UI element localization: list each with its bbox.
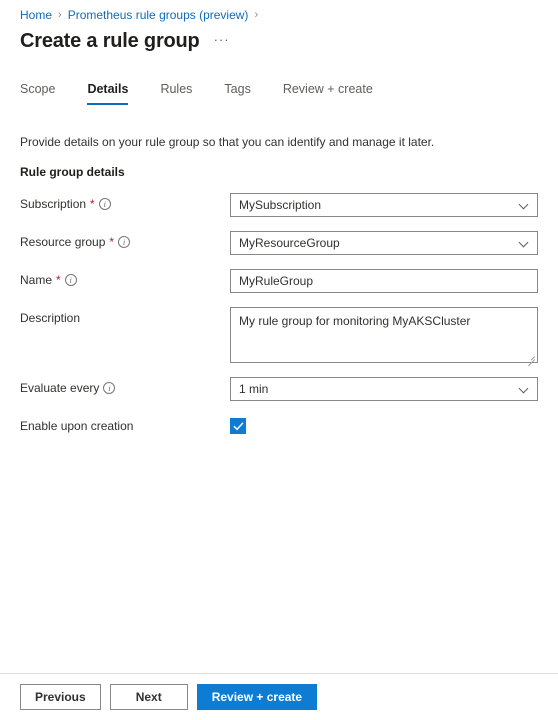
review-create-button[interactable]: Review + create: [196, 684, 318, 710]
info-icon[interactable]: i: [118, 236, 131, 248]
breadcrumb-separator-icon: ›: [58, 8, 62, 21]
tab-scope[interactable]: Scope: [20, 82, 55, 105]
label-subscription: Subscription * i: [20, 193, 230, 211]
info-icon[interactable]: i: [64, 274, 77, 286]
previous-button[interactable]: Previous: [20, 684, 101, 710]
tab-review-create[interactable]: Review + create: [283, 82, 373, 105]
control-subscription: MySubscription: [230, 193, 538, 217]
tab-tags[interactable]: Tags: [224, 82, 250, 105]
label-name: Name * i: [20, 269, 230, 287]
name-input[interactable]: MyRuleGroup: [230, 269, 538, 293]
control-description: My rule group for monitoring MyAKSCluste…: [230, 307, 538, 363]
form-row-resource-group: Resource group * i MyResourceGroup: [0, 231, 558, 255]
chevron-down-icon: [519, 384, 529, 394]
form-row-description: Description My rule group for monitoring…: [0, 307, 558, 363]
control-resource-group: MyResourceGroup: [230, 231, 538, 255]
intro-text: Provide details on your rule group so th…: [20, 135, 435, 149]
subscription-select-value: MySubscription: [239, 198, 322, 212]
evaluate-every-select-value: 1 min: [239, 382, 269, 396]
control-enable-upon-creation: [230, 415, 538, 434]
description-textarea[interactable]: My rule group for monitoring MyAKSCluste…: [230, 307, 538, 363]
info-icon[interactable]: i: [103, 382, 116, 394]
page-title: Create a rule group: [20, 30, 200, 52]
checkmark-icon: [233, 422, 243, 430]
more-options-icon[interactable]: ···: [214, 33, 230, 50]
control-name: MyRuleGroup: [230, 269, 538, 293]
form-row-evaluate-every: Evaluate every i 1 min: [0, 377, 558, 401]
chevron-down-icon: [519, 200, 529, 210]
tab-details[interactable]: Details: [87, 82, 129, 105]
control-evaluate-every: 1 min: [230, 377, 538, 401]
enable-upon-creation-checkbox[interactable]: [230, 418, 246, 434]
label-enable-upon-creation: Enable upon creation: [20, 415, 230, 433]
info-icon[interactable]: i: [98, 198, 111, 210]
resource-group-select[interactable]: MyResourceGroup: [230, 231, 538, 255]
page-header: Create a rule group ···: [0, 24, 558, 53]
evaluate-every-select[interactable]: 1 min: [230, 377, 538, 401]
resize-handle-icon[interactable]: [526, 351, 535, 360]
label-description: Description: [20, 307, 230, 325]
wizard-footer: Previous Next Review + create: [0, 673, 558, 720]
label-evaluate-every-text: Evaluate every: [20, 381, 100, 395]
label-enable-upon-creation-text: Enable upon creation: [20, 419, 134, 433]
description-textarea-value: My rule group for monitoring MyAKSCluste…: [239, 314, 471, 328]
breadcrumb-separator-icon: ›: [254, 8, 259, 21]
form-row-name: Name * i MyRuleGroup: [0, 269, 558, 293]
name-input-value: MyRuleGroup: [239, 274, 314, 288]
label-description-text: Description: [20, 311, 81, 325]
wizard-tabs: Scope Details Rules Tags Review + create: [0, 77, 558, 105]
required-marker: *: [109, 235, 115, 249]
breadcrumb-item-prometheus-rule-groups[interactable]: Prometheus rule groups (preview): [68, 8, 249, 22]
section-heading-rule-group-details: Rule group details: [20, 165, 125, 179]
subscription-select[interactable]: MySubscription: [230, 193, 538, 217]
form-row-subscription: Subscription * i MySubscription: [0, 193, 558, 217]
required-marker: *: [90, 197, 95, 211]
label-evaluate-every: Evaluate every i: [20, 377, 230, 395]
resource-group-select-value: MyResourceGroup: [239, 236, 340, 250]
required-marker: *: [56, 273, 61, 287]
chevron-down-icon: [519, 238, 529, 248]
label-resource-group: Resource group * i: [20, 231, 230, 249]
label-name-text: Name: [20, 273, 53, 287]
label-resource-group-text: Resource group: [20, 235, 106, 249]
tab-rules[interactable]: Rules: [160, 82, 192, 105]
label-subscription-text: Subscription: [20, 197, 87, 211]
rule-group-details-form: Subscription * i MySubscription Resource…: [0, 179, 558, 434]
next-button[interactable]: Next: [109, 684, 188, 710]
breadcrumb: Home › Prometheus rule groups (preview) …: [0, 0, 558, 24]
breadcrumb-item-home[interactable]: Home: [20, 8, 52, 22]
form-row-enable-upon-creation: Enable upon creation: [0, 415, 558, 434]
